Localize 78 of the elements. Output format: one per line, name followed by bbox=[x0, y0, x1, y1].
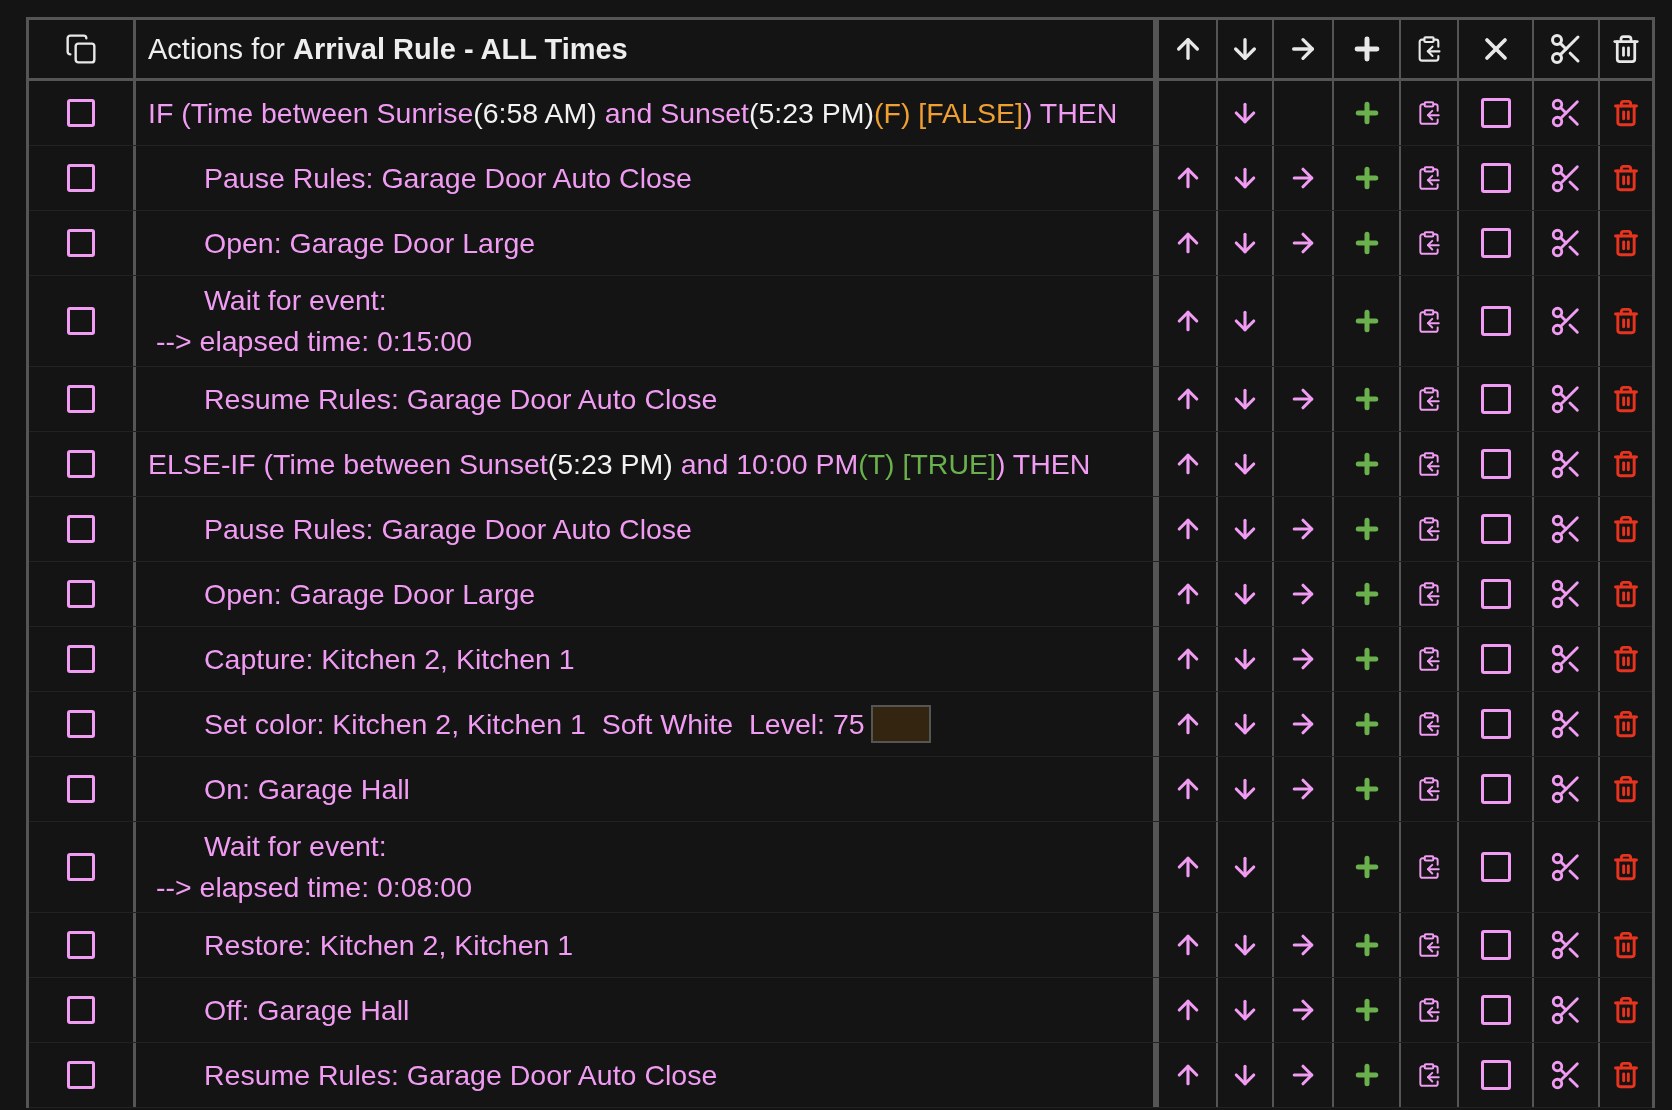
select-checkbox[interactable] bbox=[67, 775, 95, 803]
paste-icon[interactable] bbox=[1416, 451, 1442, 477]
select-checkbox[interactable] bbox=[67, 645, 95, 673]
paste-icon[interactable] bbox=[1416, 1062, 1442, 1088]
delete-icon[interactable] bbox=[1612, 853, 1640, 881]
delete-icon[interactable] bbox=[1612, 996, 1640, 1024]
select-checkbox[interactable] bbox=[67, 853, 95, 881]
select-checkbox[interactable] bbox=[67, 515, 95, 543]
disable-checkbox[interactable] bbox=[1480, 228, 1511, 258]
action-text[interactable]: Resume Rules: Garage Door Auto Close bbox=[148, 1054, 718, 1096]
disable-checkbox[interactable] bbox=[1480, 449, 1511, 479]
action-text[interactable]: IF (Time between Sunrise(6:58 AM) and Sunset(5:23 PM)(F) [FALSE]) THEN bbox=[148, 92, 1118, 134]
paste-icon[interactable] bbox=[1416, 581, 1442, 607]
paste-icon[interactable] bbox=[1416, 997, 1442, 1023]
disable-checkbox[interactable] bbox=[1480, 98, 1511, 128]
paste-icon[interactable] bbox=[1416, 854, 1442, 880]
paste-icon[interactable] bbox=[1416, 100, 1442, 126]
select-checkbox[interactable] bbox=[67, 307, 95, 335]
delete-icon[interactable] bbox=[1612, 645, 1640, 673]
paste-icon[interactable] bbox=[1416, 165, 1442, 191]
action-text[interactable]: Resume Rules: Garage Door Auto Close bbox=[148, 378, 718, 420]
paste-icon[interactable] bbox=[1416, 308, 1442, 334]
action-text[interactable]: On: Garage Hall bbox=[148, 768, 410, 810]
delete-icon[interactable] bbox=[1612, 99, 1640, 127]
disable-checkbox[interactable] bbox=[1480, 995, 1511, 1025]
action-text[interactable]: Open: Garage Door Large bbox=[148, 573, 536, 615]
table-title: Actions for Arrival Rule - ALL Times bbox=[148, 32, 628, 66]
action-text[interactable]: Off: Garage Hall bbox=[148, 989, 410, 1031]
action-text[interactable]: Set color: Kitchen 2, Kitchen 1 Soft White Level: 75 bbox=[148, 703, 865, 745]
delete-icon[interactable] bbox=[1612, 164, 1640, 192]
action-text[interactable]: ELSE-IF (Time between Sunset(5:23 PM) and 10:00 PM(T) [TRUE]) THEN bbox=[148, 443, 1091, 485]
select-checkbox[interactable] bbox=[67, 450, 95, 478]
paste-icon[interactable] bbox=[1416, 646, 1442, 672]
disable-checkbox[interactable] bbox=[1480, 579, 1511, 609]
select-checkbox[interactable] bbox=[67, 1061, 95, 1089]
paste-icon[interactable] bbox=[1416, 932, 1442, 958]
disable-checkbox[interactable] bbox=[1480, 774, 1511, 804]
delete-icon[interactable] bbox=[1612, 710, 1640, 738]
paste-icon[interactable] bbox=[1416, 386, 1442, 412]
trash-icon[interactable] bbox=[1611, 34, 1641, 64]
select-checkbox[interactable] bbox=[67, 164, 95, 192]
disable-checkbox[interactable] bbox=[1480, 644, 1511, 674]
select-checkbox[interactable] bbox=[67, 931, 95, 959]
disable-checkbox[interactable] bbox=[1480, 306, 1511, 336]
delete-icon[interactable] bbox=[1612, 931, 1640, 959]
select-checkbox[interactable] bbox=[67, 996, 95, 1024]
copy-icon[interactable] bbox=[65, 33, 97, 65]
delete-icon[interactable] bbox=[1612, 229, 1640, 257]
action-text[interactable]: Wait for event: --> elapsed time: 0:15:00 bbox=[148, 280, 473, 362]
paste-icon[interactable] bbox=[1416, 230, 1442, 256]
delete-icon[interactable] bbox=[1612, 1061, 1640, 1089]
action-text[interactable]: Pause Rules: Garage Door Auto Close bbox=[148, 157, 692, 199]
disable-checkbox[interactable] bbox=[1480, 1060, 1511, 1090]
delete-icon[interactable] bbox=[1612, 515, 1640, 543]
select-checkbox[interactable] bbox=[67, 580, 95, 608]
select-checkbox[interactable] bbox=[67, 99, 95, 127]
paste-icon[interactable] bbox=[1416, 776, 1442, 802]
select-checkbox[interactable] bbox=[67, 229, 95, 257]
delete-icon[interactable] bbox=[1612, 385, 1640, 413]
action-text[interactable]: Capture: Kitchen 2, Kitchen 1 bbox=[148, 638, 575, 680]
disable-checkbox[interactable] bbox=[1480, 163, 1511, 193]
disable-checkbox[interactable] bbox=[1480, 384, 1511, 414]
action-text[interactable]: Restore: Kitchen 2, Kitchen 1 bbox=[148, 924, 574, 966]
action-text[interactable]: Open: Garage Door Large bbox=[148, 222, 536, 264]
disable-checkbox[interactable] bbox=[1480, 709, 1511, 739]
paste-icon[interactable] bbox=[1416, 711, 1442, 737]
select-checkbox[interactable] bbox=[67, 710, 95, 738]
delete-icon[interactable] bbox=[1612, 580, 1640, 608]
disable-checkbox[interactable] bbox=[1480, 852, 1511, 882]
delete-icon[interactable] bbox=[1612, 450, 1640, 478]
delete-icon[interactable] bbox=[1612, 307, 1640, 335]
paste-icon[interactable] bbox=[1416, 516, 1442, 542]
disable-checkbox[interactable] bbox=[1480, 930, 1511, 960]
disable-checkbox[interactable] bbox=[1480, 514, 1511, 544]
action-text[interactable]: Pause Rules: Garage Door Auto Close bbox=[148, 508, 692, 550]
select-checkbox[interactable] bbox=[67, 385, 95, 413]
action-text[interactable]: Wait for event: --> elapsed time: 0:08:00 bbox=[148, 826, 473, 908]
delete-icon[interactable] bbox=[1612, 775, 1640, 803]
